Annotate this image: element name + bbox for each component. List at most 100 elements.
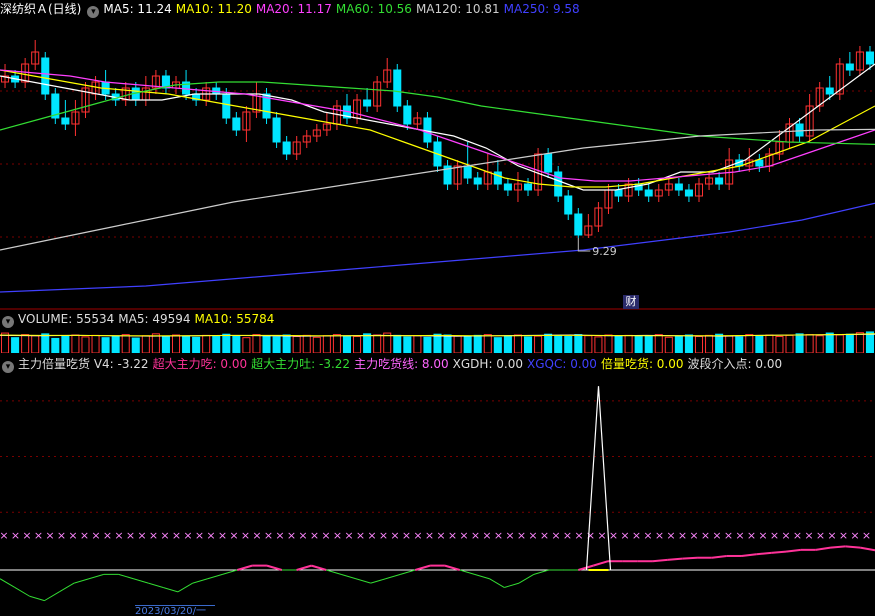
legend-item: MA5: 49594 bbox=[118, 312, 191, 326]
oscillator-segment bbox=[162, 587, 179, 593]
oscillator-segment bbox=[14, 587, 30, 597]
marker-x: × bbox=[574, 529, 583, 542]
volume-bar bbox=[21, 334, 30, 353]
volume-bar bbox=[101, 337, 110, 353]
volume-bar bbox=[544, 333, 553, 353]
marker-x: × bbox=[275, 529, 284, 542]
oscillator-segment bbox=[207, 573, 223, 580]
volume-bar bbox=[473, 334, 482, 353]
legend-item: MA120: 10.81 bbox=[415, 2, 500, 16]
marker-x: × bbox=[126, 529, 135, 542]
volume-bar bbox=[534, 335, 543, 353]
marker-x: × bbox=[367, 529, 376, 542]
candle-body bbox=[473, 177, 482, 185]
marker-x: × bbox=[172, 529, 181, 542]
marker-x: × bbox=[597, 529, 606, 542]
oscillator-segment bbox=[133, 578, 149, 584]
oscillator-segment bbox=[489, 578, 505, 588]
volume-bar bbox=[865, 331, 874, 353]
volume-bar bbox=[624, 334, 633, 353]
volume-bar bbox=[845, 333, 854, 353]
candle-body bbox=[825, 87, 834, 95]
marker-x: × bbox=[11, 529, 20, 542]
volume-bar bbox=[353, 336, 362, 353]
marker-x: × bbox=[666, 529, 675, 542]
marker-x: × bbox=[413, 529, 422, 542]
oscillator-segment bbox=[756, 551, 772, 556]
oscillator-segment bbox=[385, 573, 401, 580]
marker-x: × bbox=[321, 529, 330, 542]
volume-bar bbox=[554, 334, 563, 353]
marker-x: × bbox=[195, 529, 204, 542]
marker-x: × bbox=[862, 529, 871, 542]
oscillator-segment bbox=[414, 564, 431, 571]
date-cursor-label: 2023/03/20/一 bbox=[135, 605, 215, 616]
marker-x: × bbox=[643, 529, 652, 542]
candle-body bbox=[544, 153, 553, 173]
volume-bar bbox=[182, 335, 191, 353]
oscillator-segment bbox=[370, 578, 386, 584]
marker-x: × bbox=[712, 529, 721, 542]
ma-line-ma60 bbox=[0, 81, 875, 145]
marker-x: × bbox=[402, 529, 411, 542]
marker-x: × bbox=[609, 529, 618, 542]
marker-x: × bbox=[839, 529, 848, 542]
volume-bar bbox=[302, 334, 311, 353]
oscillator-segment bbox=[59, 582, 75, 593]
volume-bar bbox=[815, 335, 824, 353]
chevron-down-icon[interactable]: ▾ bbox=[2, 316, 14, 328]
oscillator-segment bbox=[74, 578, 90, 584]
marker-x: × bbox=[678, 529, 687, 542]
marker-x: × bbox=[22, 529, 31, 542]
oscillator-segment bbox=[0, 578, 16, 588]
marker-x: × bbox=[459, 529, 468, 542]
oscillator-segment bbox=[533, 569, 549, 575]
volume-bar bbox=[413, 335, 422, 353]
marker-x: × bbox=[747, 529, 756, 542]
candle-body bbox=[222, 93, 231, 119]
legend-item: MA250: 9.58 bbox=[503, 2, 580, 16]
volume-bar bbox=[644, 335, 653, 353]
marker-x: × bbox=[160, 529, 169, 542]
legend-item: MA10: 55784 bbox=[194, 312, 275, 326]
finance-marker[interactable]: 财 bbox=[623, 295, 639, 309]
marker-x: × bbox=[620, 529, 629, 542]
marker-x: × bbox=[816, 529, 825, 542]
legend-item: XGQC: 0.00 bbox=[527, 357, 597, 371]
marker-x: × bbox=[137, 529, 146, 542]
volume-bar bbox=[222, 333, 231, 353]
chevron-down-icon[interactable]: ▾ bbox=[87, 6, 100, 18]
oscillator-segment bbox=[652, 558, 668, 563]
volume-bar bbox=[735, 336, 744, 353]
volume-bar bbox=[202, 334, 211, 353]
candle-body bbox=[41, 57, 50, 95]
legend-item: 主力吃货线: 8.00 bbox=[354, 357, 449, 371]
indicator-chart: × × × × × × × × × × × × × × × × × × × × × × × × × × × × × × × × × × × × × × × ×… bbox=[0, 386, 875, 602]
oscillator-segment bbox=[29, 595, 45, 602]
volume-bar bbox=[694, 336, 704, 353]
volume-bar bbox=[91, 334, 100, 353]
marker-x: × bbox=[632, 529, 641, 542]
marker-x: × bbox=[57, 529, 66, 542]
chevron-down-icon[interactable]: ▾ bbox=[2, 361, 14, 373]
marker-x: × bbox=[655, 529, 664, 542]
marker-x: × bbox=[770, 529, 779, 542]
marker-x: × bbox=[494, 529, 503, 542]
marker-x: × bbox=[781, 529, 790, 542]
volume-bar bbox=[111, 336, 120, 353]
legend-item: 波段介入点: 0.00 bbox=[687, 357, 783, 371]
candle-body bbox=[674, 183, 683, 191]
legend-item: MA10: 11.20 bbox=[175, 2, 252, 16]
legend-item: 主力倍量吃货 V4: -3.22 bbox=[18, 357, 149, 371]
volume-spike bbox=[585, 386, 612, 571]
volume-bar bbox=[393, 334, 402, 353]
volume-bar bbox=[493, 337, 502, 353]
candle-body bbox=[463, 165, 472, 179]
volume-bar bbox=[805, 334, 814, 353]
candle-body bbox=[564, 195, 573, 215]
legend-item: XGDH: 0.00 bbox=[452, 357, 524, 371]
marker-x: × bbox=[528, 529, 537, 542]
volume-bar bbox=[342, 335, 352, 353]
candle-body bbox=[523, 183, 533, 191]
marker-x: × bbox=[91, 529, 100, 542]
